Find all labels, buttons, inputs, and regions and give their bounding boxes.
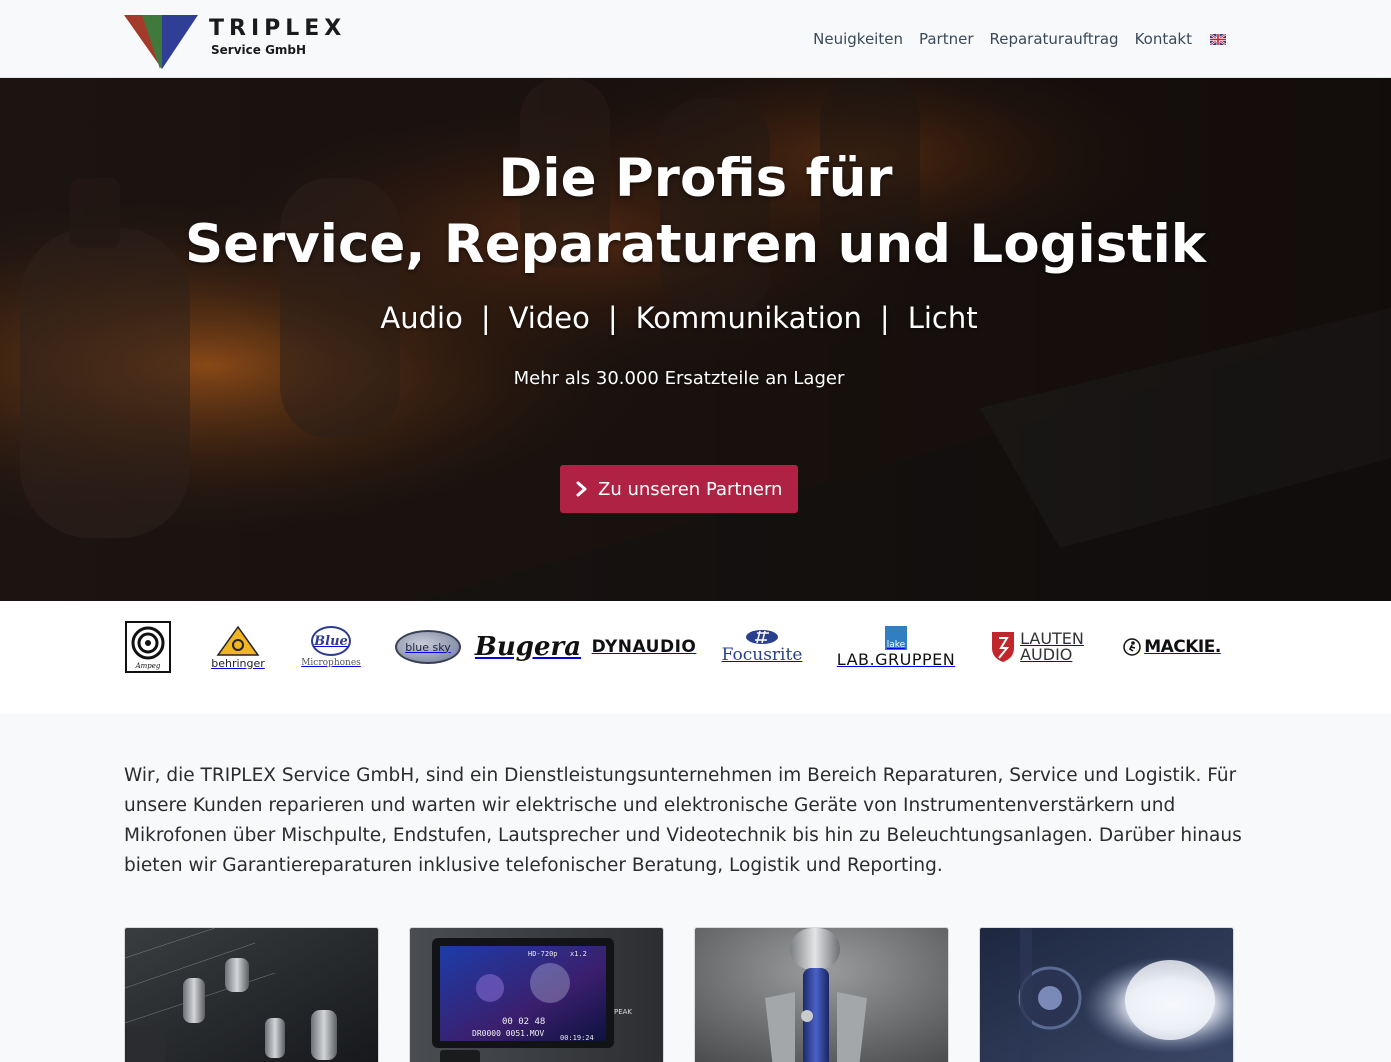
service-card-audio[interactable] xyxy=(124,927,379,1062)
intro-paragraph: Wir, die TRIPLEX Service GmbH, sind ein … xyxy=(124,765,1242,876)
hero-stock-note: Mehr als 30.000 Ersatzteile an Lager xyxy=(513,368,845,389)
nav-link-reparaturauftrag[interactable]: Reparaturauftrag xyxy=(989,30,1118,48)
hero-title-line1: Die Profis für xyxy=(498,148,893,209)
lake-badge: lake xyxy=(885,625,907,650)
microphone-image xyxy=(695,928,948,1062)
focusrite-wordmark: Focusrite xyxy=(721,645,803,665)
brand-logo-focusrite[interactable]: Focusrite xyxy=(718,619,806,675)
brand-logo-ampeg[interactable]: Ampeg xyxy=(124,619,172,675)
partners-cta-button[interactable]: Zu unseren Partnern xyxy=(560,465,798,513)
nav-link-kontakt[interactable]: Kontakt xyxy=(1135,30,1192,48)
brand-logo-mackie[interactable]: MACKIE. xyxy=(1110,619,1234,675)
ampeg-wordmark: Ampeg xyxy=(135,662,161,670)
video-recorder-image: HD-720p x1.2 00 02 48 DR0000 0051.MOV 00… xyxy=(410,928,663,1062)
category-separator: | xyxy=(480,301,491,335)
brand-logo-lauten-audio[interactable]: LAUTEN AUDIO xyxy=(990,619,1084,675)
stage-light-image xyxy=(980,928,1233,1062)
brand-logo-bugera[interactable]: Bugera xyxy=(475,619,581,675)
service-card-communication[interactable] xyxy=(694,927,949,1062)
partner-brands-strip: Ampeg behringer Blue Microphones blue sk… xyxy=(0,601,1391,714)
hero-title-line2: Service, Reparaturen und Logistik xyxy=(184,214,1207,275)
site-header: TRIPLEX Service GmbH Neuigkeiten Partner… xyxy=(0,0,1391,78)
video-label: HD-720p xyxy=(528,950,558,958)
video-zoom: x1.2 xyxy=(570,950,587,958)
lauten-bottom: AUDIO xyxy=(1020,645,1073,664)
category-audio: Audio xyxy=(380,301,463,335)
hero-categories: Audio | Video | Kommunikation | Licht xyxy=(0,301,1358,335)
logo-wordmark: TRIPLEX Service GmbH xyxy=(209,16,346,58)
service-card-light[interactable] xyxy=(979,927,1234,1062)
partners-cta-label: Zu unseren Partnern xyxy=(598,478,783,500)
logo-title: TRIPLEX xyxy=(209,16,347,41)
behringer-triangle-icon xyxy=(216,625,260,656)
behringer-wordmark: behringer xyxy=(211,656,265,670)
labgruppen-wordmark: LAB.GRUPPEN xyxy=(836,649,956,669)
hero-section: Die Profis für Service, Reparaturen und … xyxy=(0,78,1391,601)
blue-subtitle: Microphones xyxy=(301,658,361,668)
category-licht: Licht xyxy=(907,301,978,335)
chevron-right-icon xyxy=(576,481,587,497)
mackie-wordmark: MACKIE. xyxy=(1144,637,1221,657)
bugera-wordmark: Bugera xyxy=(474,632,582,662)
video-peak: PEAK xyxy=(614,1008,632,1016)
ampeg-logo-icon: Ampeg xyxy=(125,621,171,673)
blue-wordmark: Blue xyxy=(314,633,348,649)
dynaudio-wordmark: DYNAUDIO xyxy=(591,637,697,657)
mackie-runner-icon xyxy=(1123,638,1141,656)
nav-link-neuigkeiten[interactable]: Neuigkeiten xyxy=(813,30,903,48)
logo-subtitle: Service GmbH xyxy=(211,43,307,57)
focusrite-emblem-icon xyxy=(746,630,778,644)
category-video: Video xyxy=(508,301,590,335)
mixer-knobs-image xyxy=(125,928,378,1062)
video-counter: 00 02 48 xyxy=(502,1017,545,1027)
logo-link[interactable]: TRIPLEX Service GmbH xyxy=(0,0,360,78)
main-nav: Neuigkeiten Partner Reparaturauftrag Kon… xyxy=(813,30,1226,48)
category-kommunikation: Kommunikation xyxy=(635,301,862,335)
brand-logo-dynaudio[interactable]: DYNAUDIO xyxy=(592,619,696,675)
bluesky-wordmark: blue sky xyxy=(405,640,451,654)
video-file: DR0000 0051.MOV xyxy=(472,1029,544,1038)
language-switch[interactable] xyxy=(1208,33,1226,45)
brand-logo-labgruppen[interactable]: lake LAB.GRUPPEN xyxy=(826,619,966,675)
bluesky-badge: blue sky xyxy=(395,630,461,664)
brand-logo-behringer[interactable]: behringer xyxy=(206,619,270,675)
category-separator: | xyxy=(879,301,890,335)
nav-link-partner[interactable]: Partner xyxy=(919,30,974,48)
service-card-video[interactable]: HD-720p x1.2 00 02 48 DR0000 0051.MOV 00… xyxy=(409,927,664,1062)
hero-title: Die Profis für Service, Reparaturen und … xyxy=(0,146,1391,278)
brand-logo-blue[interactable]: Blue Microphones xyxy=(297,619,365,675)
blue-badge: Blue xyxy=(311,626,351,656)
video-time: 00:19:24 xyxy=(560,1034,594,1042)
brand-logo-bluesky[interactable]: blue sky xyxy=(394,619,462,675)
category-separator: | xyxy=(607,301,618,335)
lauten-wordmark: LAUTEN AUDIO xyxy=(1020,631,1084,663)
lauten-shield-icon xyxy=(992,632,1015,662)
uk-flag-icon xyxy=(1210,33,1226,45)
lake-wordmark: lake xyxy=(886,639,906,650)
